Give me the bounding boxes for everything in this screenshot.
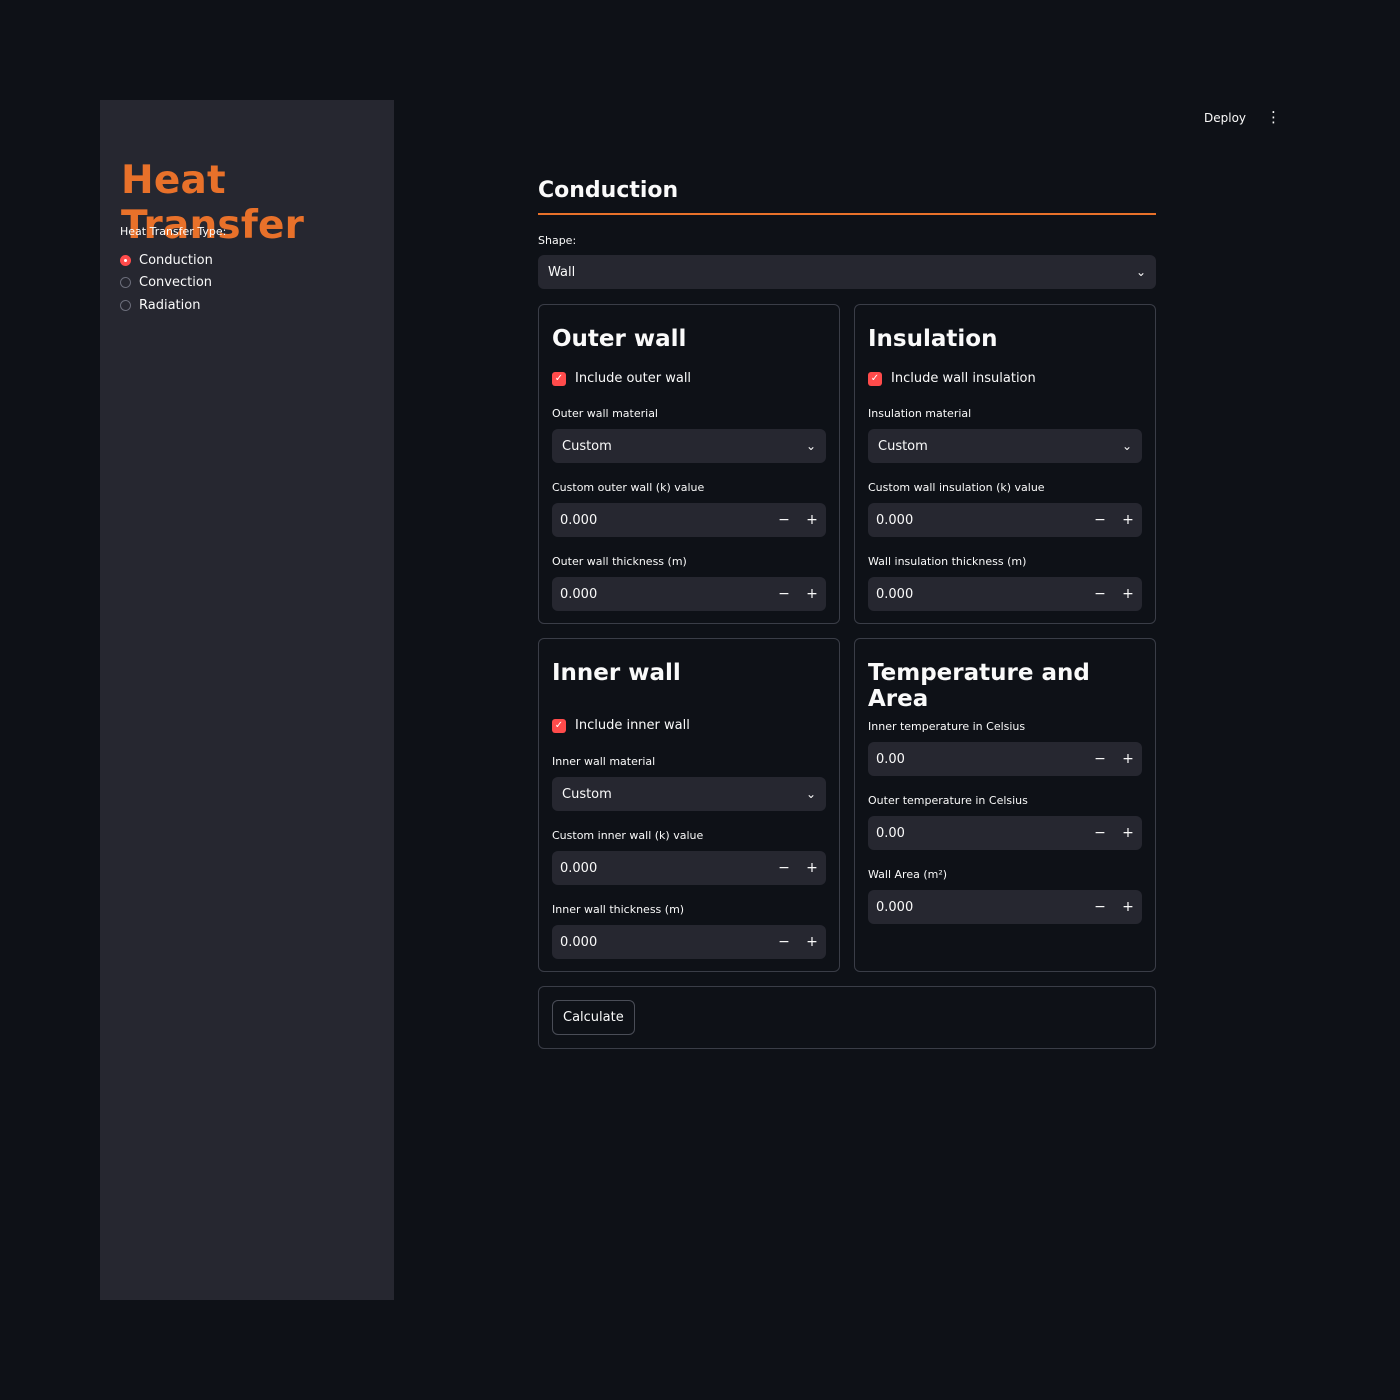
check-icon: ✓ [552, 718, 566, 733]
radio-unchecked-icon [120, 277, 131, 289]
field-label: Wall Area (m²) [868, 868, 948, 881]
select-value: Custom [562, 438, 612, 454]
radio-checked-icon [120, 254, 131, 266]
field-label: Inner wall material [552, 755, 656, 768]
minus-icon[interactable]: − [1086, 899, 1114, 915]
minus-icon[interactable]: − [1086, 751, 1114, 767]
insulation-thickness-input[interactable]: 0.000 − + [868, 577, 1142, 611]
more-options-icon[interactable]: ⋮ [1266, 110, 1281, 125]
plus-icon[interactable]: + [1114, 899, 1142, 915]
plus-icon[interactable]: + [798, 934, 826, 950]
outer-temperature-input[interactable]: 0.00 − + [868, 816, 1142, 850]
outer-wall-k-input[interactable]: 0.000 − + [552, 503, 826, 537]
minus-icon[interactable]: − [1086, 512, 1114, 528]
check-icon: ✓ [552, 371, 566, 386]
shape-select[interactable]: Wall ⌄ [538, 255, 1156, 289]
heat-transfer-type-radio-group: Conduction Convection Radiation [120, 249, 213, 317]
inner-temperature-input[interactable]: 0.00 − + [868, 742, 1142, 776]
insulation-material-select[interactable]: Custom ⌄ [868, 429, 1142, 463]
outer-wall-card: Outer wall ✓ Include outer wall Outer wa… [538, 304, 840, 624]
radio-option-label: Convection [139, 275, 213, 291]
inner-wall-k-input[interactable]: 0.000 − + [552, 851, 826, 885]
minus-icon[interactable]: − [770, 586, 798, 602]
check-icon: ✓ [868, 371, 882, 386]
radio-option-conduction[interactable]: Conduction [120, 249, 213, 272]
minus-icon[interactable]: − [770, 512, 798, 528]
number-value[interactable]: 0.000 [876, 900, 1086, 915]
minus-icon[interactable]: − [770, 934, 798, 950]
number-value[interactable]: 0.00 [876, 752, 1086, 767]
minus-icon[interactable]: − [770, 860, 798, 876]
number-value[interactable]: 0.00 [876, 826, 1086, 841]
number-value[interactable]: 0.000 [560, 861, 770, 876]
radio-option-label: Radiation [139, 297, 201, 313]
field-label: Wall insulation thickness (m) [868, 555, 1027, 568]
field-label: Outer wall material [552, 407, 658, 420]
calculate-button[interactable]: Calculate [552, 1000, 635, 1035]
heat-transfer-type-label: Heat Transfer Type: [120, 225, 227, 238]
title-divider [538, 213, 1156, 215]
field-label: Outer temperature in Celsius [868, 794, 1028, 807]
radio-option-radiation[interactable]: Radiation [120, 294, 213, 317]
field-label: Custom outer wall (k) value [552, 481, 705, 494]
radio-option-label: Conduction [139, 252, 213, 268]
insulation-k-input[interactable]: 0.000 − + [868, 503, 1142, 537]
outer-wall-thickness-input[interactable]: 0.000 − + [552, 577, 826, 611]
checkbox-label: Include wall insulation [891, 371, 1036, 386]
plus-icon[interactable]: + [1114, 586, 1142, 602]
field-label: Inner temperature in Celsius [868, 720, 1026, 733]
radio-unchecked-icon [120, 299, 131, 311]
outer-wall-material-select[interactable]: Custom ⌄ [552, 429, 826, 463]
chevron-down-icon: ⌄ [1121, 439, 1132, 453]
number-value[interactable]: 0.000 [560, 587, 770, 602]
include-outer-wall-checkbox[interactable]: ✓ Include outer wall [552, 371, 691, 386]
field-label: Custom inner wall (k) value [552, 829, 704, 842]
shape-label: Shape: [538, 234, 577, 247]
temperature-area-card: Temperature and Area Inner temperature i… [854, 638, 1156, 972]
inner-wall-thickness-input[interactable]: 0.000 − + [552, 925, 826, 959]
chevron-down-icon: ⌄ [1135, 265, 1146, 279]
inner-wall-material-select[interactable]: Custom ⌄ [552, 777, 826, 811]
plus-icon[interactable]: + [798, 860, 826, 876]
number-value[interactable]: 0.000 [560, 513, 770, 528]
field-label: Outer wall thickness (m) [552, 555, 687, 568]
include-inner-wall-checkbox[interactable]: ✓ Include inner wall [552, 718, 690, 733]
checkbox-label: Include outer wall [575, 371, 692, 386]
plus-icon[interactable]: + [1114, 512, 1142, 528]
card-title: Insulation [868, 326, 998, 352]
card-title: Outer wall [552, 326, 687, 352]
inner-wall-card: Inner wall ✓ Include inner wall Inner wa… [538, 638, 840, 972]
select-value: Wall [548, 264, 576, 280]
wall-area-input[interactable]: 0.000 − + [868, 890, 1142, 924]
field-label: Custom wall insulation (k) value [868, 481, 1045, 494]
chevron-down-icon: ⌄ [805, 787, 816, 801]
section-title: Conduction [538, 178, 679, 203]
plus-icon[interactable]: + [798, 512, 826, 528]
plus-icon[interactable]: + [1114, 751, 1142, 767]
insulation-card: Insulation ✓ Include wall insulation Ins… [854, 304, 1156, 624]
minus-icon[interactable]: − [1086, 825, 1114, 841]
field-label: Inner wall thickness (m) [552, 903, 685, 916]
select-value: Custom [562, 786, 612, 802]
checkbox-label: Include inner wall [575, 718, 690, 733]
number-value[interactable]: 0.000 [876, 513, 1086, 528]
deploy-button[interactable]: Deploy [1200, 111, 1250, 125]
radio-option-convection[interactable]: Convection [120, 272, 213, 295]
calculate-card: Calculate [538, 986, 1156, 1049]
top-toolbar: Deploy ⋮ [1200, 110, 1281, 125]
field-label: Insulation material [868, 407, 972, 420]
card-title: Temperature and Area [868, 660, 1090, 712]
select-value: Custom [878, 438, 928, 454]
card-title: Inner wall [552, 660, 681, 686]
chevron-down-icon: ⌄ [805, 439, 816, 453]
plus-icon[interactable]: + [798, 586, 826, 602]
number-value[interactable]: 0.000 [876, 587, 1086, 602]
plus-icon[interactable]: + [1114, 825, 1142, 841]
include-insulation-checkbox[interactable]: ✓ Include wall insulation [868, 371, 1036, 386]
minus-icon[interactable]: − [1086, 586, 1114, 602]
sidebar: Heat Transfer Heat Transfer Type: Conduc… [100, 100, 394, 1300]
number-value[interactable]: 0.000 [560, 935, 770, 950]
